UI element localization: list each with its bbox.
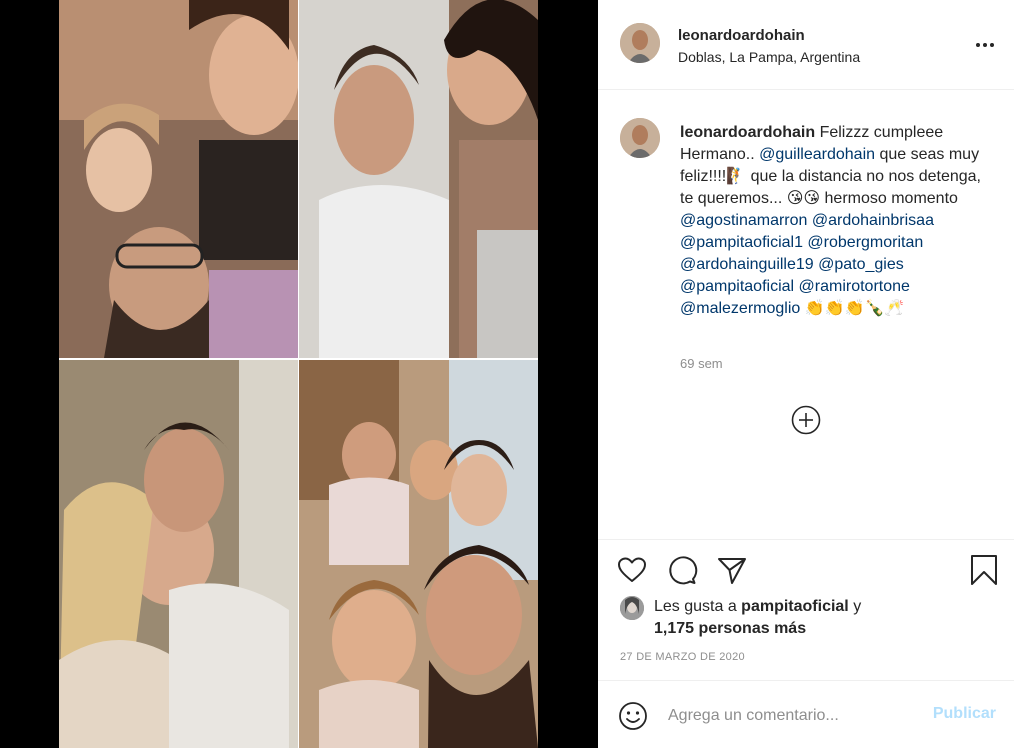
add-comment-bar: Publicar: [598, 680, 1014, 748]
photo-collage[interactable]: [59, 0, 538, 748]
collage-photo-couple: [59, 360, 298, 748]
publish-button[interactable]: Publicar: [933, 705, 996, 723]
caption-username[interactable]: leonardoardohain: [680, 124, 815, 141]
bookmark-icon[interactable]: [968, 554, 1000, 586]
mention-link[interactable]: @ardohainbrisaa: [812, 212, 934, 229]
caption-fragment: 👏👏👏🍾🥂: [800, 300, 905, 317]
collage-photo-family-bed: [59, 0, 298, 358]
collage-photo-family-selfie: [299, 360, 538, 748]
caption-section: leonardoardohain Felizzz cumpleee Herman…: [598, 90, 1014, 540]
mention-link[interactable]: @malezermoglio: [680, 300, 800, 317]
likes-line: Les gusta a pampitaoficial y: [654, 598, 861, 616]
author-username[interactable]: leonardoardohain: [678, 27, 805, 44]
plus-circle-icon[interactable]: [791, 405, 821, 435]
smiley-icon[interactable]: [618, 701, 648, 731]
likes-summary: Les gusta a pampitaoficial y 1,175 perso…: [620, 596, 990, 642]
post-date[interactable]: 27 DE MARZO DE 2020: [620, 651, 745, 663]
comment-input[interactable]: [668, 703, 918, 729]
mention-link[interactable]: @pampitaoficial1: [680, 234, 803, 251]
mention-link[interactable]: @agostinamarron: [680, 212, 807, 229]
mention-link[interactable]: @ardohainguille19: [680, 256, 814, 273]
caption-timestamp[interactable]: 69 sem: [680, 356, 723, 371]
caption-body: Felizzz cumpleee Hermano.. @guilleardoha…: [680, 124, 981, 317]
collage-photo-hospital: [299, 0, 538, 358]
post-panel: leonardoardohain Doblas, La Pampa, Argen…: [598, 0, 1014, 748]
paper-plane-icon[interactable]: [716, 554, 748, 586]
likes-others-link[interactable]: 1,175 personas más: [654, 620, 806, 638]
mention-link[interactable]: @ramirotortone: [799, 278, 910, 295]
post-header: leonardoardohain Doblas, La Pampa, Argen…: [598, 0, 1014, 90]
likes-prefix: Les gusta a: [654, 598, 742, 615]
post-media: [0, 0, 598, 748]
heart-icon[interactable]: [616, 554, 648, 586]
caption-avatar[interactable]: [620, 118, 660, 158]
mention-link[interactable]: @guilleardohain: [759, 146, 875, 163]
liker-avatar[interactable]: [620, 596, 644, 620]
likes-suffix: y: [848, 598, 862, 615]
mention-link[interactable]: @robergmoritan: [807, 234, 923, 251]
more-options-icon[interactable]: [976, 36, 994, 54]
post-location[interactable]: Doblas, La Pampa, Argentina: [678, 49, 860, 65]
mention-link[interactable]: @pato_gies: [818, 256, 904, 273]
caption-text: leonardoardohain Felizzz cumpleee Herman…: [680, 122, 982, 320]
author-avatar[interactable]: [620, 23, 660, 63]
mention-link[interactable]: @pampitaoficial: [680, 278, 794, 295]
comment-bubble-icon[interactable]: [666, 554, 698, 586]
post-actions: [598, 550, 1014, 590]
first-liker-link[interactable]: pampitaoficial: [741, 598, 849, 615]
